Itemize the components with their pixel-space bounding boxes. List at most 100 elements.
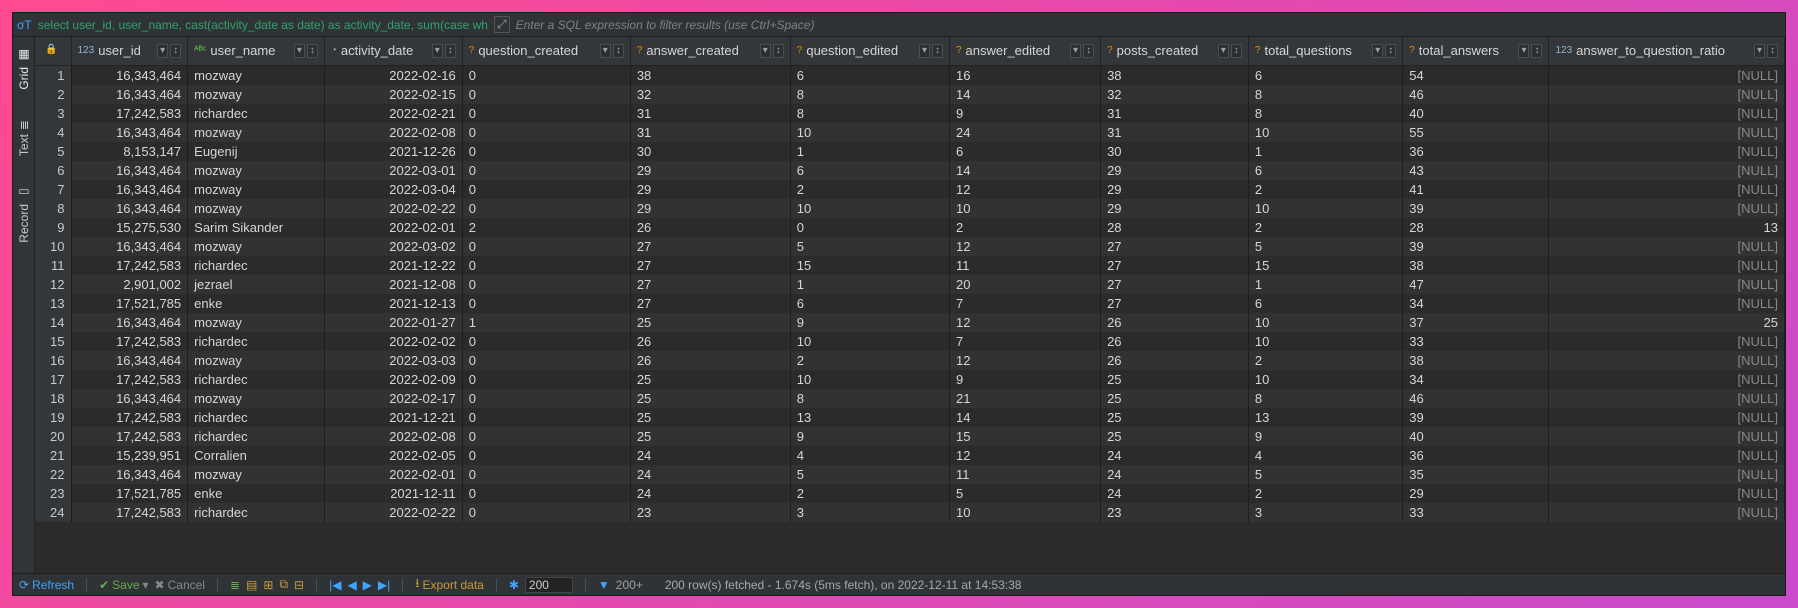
cell-answer_created[interactable]: 27 — [630, 275, 790, 294]
table-row[interactable]: 1117,242,583richardec2021-12-22027151127… — [35, 256, 1785, 275]
cell-question_created[interactable]: 0 — [462, 180, 630, 199]
cell-posts_created[interactable]: 32 — [1101, 85, 1249, 104]
cell-posts_created[interactable]: 25 — [1101, 427, 1249, 446]
cell-user_id[interactable]: 16,343,464 — [71, 465, 188, 484]
cell-question_created[interactable]: 0 — [462, 142, 630, 161]
save-button[interactable]: ✔ Save ▾ — [99, 578, 148, 592]
cell-answer_to_question_ratio[interactable]: [NULL] — [1549, 104, 1785, 123]
cell-total_answers[interactable]: 35 — [1403, 465, 1549, 484]
table-row[interactable]: 816,343,464mozway2022-02-220291010291039… — [35, 199, 1785, 218]
cell-answer_edited[interactable]: 5 — [949, 484, 1100, 503]
row-number[interactable]: 1 — [35, 65, 71, 85]
row-number[interactable]: 14 — [35, 313, 71, 332]
column-header-total_questions[interactable]: ?total_questions▾↕ — [1248, 37, 1402, 65]
row-number[interactable]: 5 — [35, 142, 71, 161]
column-header-user_id[interactable]: 123user_id▾↕ — [71, 37, 188, 65]
column-header-answer_edited[interactable]: ?answer_edited▾↕ — [949, 37, 1100, 65]
cell-activity_date[interactable]: 2022-02-01 — [324, 465, 462, 484]
cell-total_answers[interactable]: 29 — [1403, 484, 1549, 503]
cell-activity_date[interactable]: 2022-03-04 — [324, 180, 462, 199]
cell-total_answers[interactable]: 34 — [1403, 294, 1549, 313]
cell-answer_edited[interactable]: 20 — [949, 275, 1100, 294]
cell-user_id[interactable]: 16,343,464 — [71, 161, 188, 180]
cell-activity_date[interactable]: 2022-02-22 — [324, 199, 462, 218]
column-filter-icon[interactable]: ▾ — [157, 44, 168, 58]
cell-total_questions[interactable]: 4 — [1248, 446, 1402, 465]
cell-question_created[interactable]: 0 — [462, 446, 630, 465]
column-header-posts_created[interactable]: ?posts_created▾↕ — [1101, 37, 1249, 65]
row-number[interactable]: 17 — [35, 370, 71, 389]
cell-answer_edited[interactable]: 9 — [949, 104, 1100, 123]
column-header-answer_created[interactable]: ?answer_created▾↕ — [630, 37, 790, 65]
cell-total_answers[interactable]: 33 — [1403, 503, 1549, 522]
table-row[interactable]: 1616,343,464mozway2022-03-0302621226238[… — [35, 351, 1785, 370]
column-sort-icon[interactable]: ↕ — [1767, 44, 1778, 58]
cell-total_answers[interactable]: 34 — [1403, 370, 1549, 389]
cell-total_questions[interactable]: 5 — [1248, 465, 1402, 484]
cell-answer_edited[interactable]: 9 — [949, 370, 1100, 389]
cell-question_created[interactable]: 0 — [462, 389, 630, 408]
fetch-more-icon[interactable]: ▼ — [598, 578, 610, 592]
column-header-activity_date[interactable]: ◔activity_date▾↕ — [324, 37, 462, 65]
export-data-button[interactable]: ⭳ Export data — [415, 574, 484, 595]
cell-question_edited[interactable]: 6 — [790, 161, 949, 180]
cell-user_id[interactable]: 16,343,464 — [71, 65, 188, 85]
cell-answer_to_question_ratio[interactable]: [NULL] — [1549, 142, 1785, 161]
cell-user_id[interactable]: 17,242,583 — [71, 256, 188, 275]
cell-question_created[interactable]: 1 — [462, 313, 630, 332]
nav-last-icon[interactable]: ▶| — [378, 578, 390, 592]
cell-activity_date[interactable]: 2022-02-01 — [324, 218, 462, 237]
cell-question_edited[interactable]: 8 — [790, 104, 949, 123]
row-number[interactable]: 10 — [35, 237, 71, 256]
cell-user_id[interactable]: 17,242,583 — [71, 408, 188, 427]
cell-total_questions[interactable]: 10 — [1248, 370, 1402, 389]
cell-answer_created[interactable]: 31 — [630, 123, 790, 142]
cell-question_edited[interactable]: 6 — [790, 294, 949, 313]
cell-user_id[interactable]: 16,343,464 — [71, 180, 188, 199]
table-row[interactable]: 1717,242,583richardec2022-02-09025109251… — [35, 370, 1785, 389]
cell-user_id[interactable]: 17,242,583 — [71, 427, 188, 446]
column-sort-icon[interactable]: ↕ — [773, 44, 784, 58]
cell-activity_date[interactable]: 2022-02-21 — [324, 104, 462, 123]
cell-question_created[interactable]: 0 — [462, 351, 630, 370]
cell-question_edited[interactable]: 9 — [790, 313, 949, 332]
column-sort-icon[interactable]: ↕ — [1385, 44, 1396, 58]
row-number[interactable]: 4 — [35, 123, 71, 142]
cell-question_edited[interactable]: 10 — [790, 370, 949, 389]
cell-total_questions[interactable]: 13 — [1248, 408, 1402, 427]
cell-answer_to_question_ratio[interactable]: [NULL] — [1549, 503, 1785, 522]
cell-answer_created[interactable]: 27 — [630, 256, 790, 275]
cell-question_created[interactable]: 0 — [462, 237, 630, 256]
cell-question_created[interactable]: 0 — [462, 332, 630, 351]
row-number[interactable]: 7 — [35, 180, 71, 199]
table-row[interactable]: 1816,343,464mozway2022-02-1702582125846[… — [35, 389, 1785, 408]
cell-total_questions[interactable]: 6 — [1248, 161, 1402, 180]
column-sort-icon[interactable]: ↕ — [1083, 44, 1094, 58]
cell-total_questions[interactable]: 5 — [1248, 237, 1402, 256]
cell-answer_to_question_ratio[interactable]: [NULL] — [1549, 161, 1785, 180]
row-number[interactable]: 12 — [35, 275, 71, 294]
cell-answer_to_question_ratio[interactable]: [NULL] — [1549, 427, 1785, 446]
cell-total_answers[interactable]: 33 — [1403, 332, 1549, 351]
row-number[interactable]: 22 — [35, 465, 71, 484]
cell-answer_edited[interactable]: 15 — [949, 427, 1100, 446]
cell-total_questions[interactable]: 2 — [1248, 180, 1402, 199]
cell-question_edited[interactable]: 10 — [790, 199, 949, 218]
cancel-button[interactable]: ✖ Cancel — [155, 578, 205, 592]
cell-total_answers[interactable]: 38 — [1403, 351, 1549, 370]
cell-answer_to_question_ratio[interactable]: [NULL] — [1549, 408, 1785, 427]
column-header-user_name[interactable]: ᴬᴮᶜuser_name▾↕ — [188, 37, 325, 65]
cell-user_name[interactable]: mozway — [188, 180, 325, 199]
cell-user_name[interactable]: richardec — [188, 427, 325, 446]
cell-total_questions[interactable]: 1 — [1248, 142, 1402, 161]
view-tab-grid[interactable]: Grid▦ — [17, 49, 31, 90]
cell-activity_date[interactable]: 2022-02-08 — [324, 427, 462, 446]
cell-posts_created[interactable]: 24 — [1101, 446, 1249, 465]
cell-user_name[interactable]: richardec — [188, 408, 325, 427]
cell-user_id[interactable]: 2,901,002 — [71, 275, 188, 294]
cell-answer_edited[interactable]: 7 — [949, 294, 1100, 313]
cell-question_edited[interactable]: 1 — [790, 142, 949, 161]
cell-answer_edited[interactable]: 16 — [949, 65, 1100, 85]
cell-total_answers[interactable]: 46 — [1403, 389, 1549, 408]
cell-question_created[interactable]: 0 — [462, 65, 630, 85]
